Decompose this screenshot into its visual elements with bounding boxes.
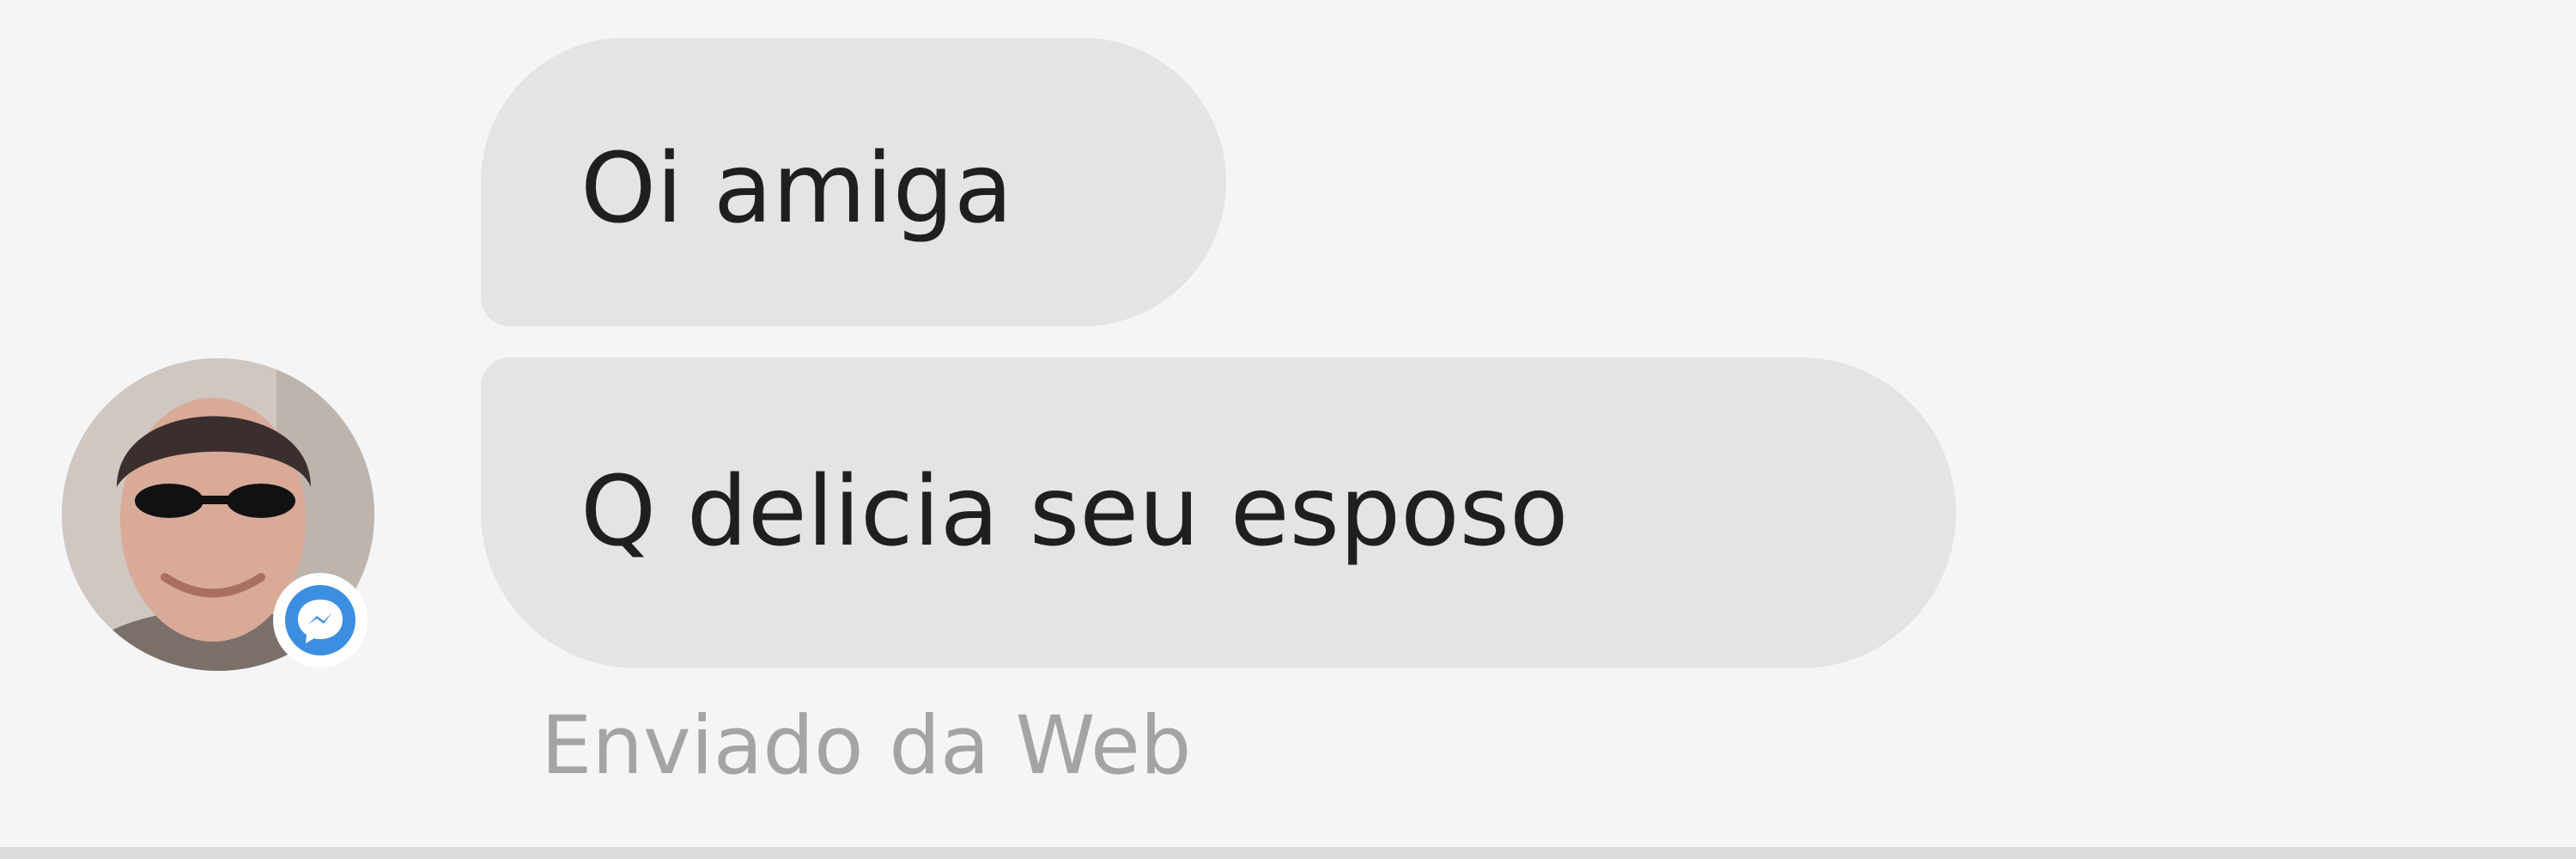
chat-screen: Oi amiga Q delicia seu esposo Enviado da… [0, 0, 2576, 859]
message-text: Oi amiga [580, 133, 1013, 245]
message-text: Q delicia seu esposo [580, 456, 1569, 568]
messenger-badge [273, 573, 368, 667]
message-bubble[interactable]: Q delicia seu esposo [481, 357, 1956, 668]
message-bubble[interactable]: Oi amiga [481, 38, 1226, 326]
messenger-icon [298, 600, 343, 643]
bottom-divider [0, 847, 2576, 859]
sent-via-label: Enviado da Web [541, 699, 1192, 793]
